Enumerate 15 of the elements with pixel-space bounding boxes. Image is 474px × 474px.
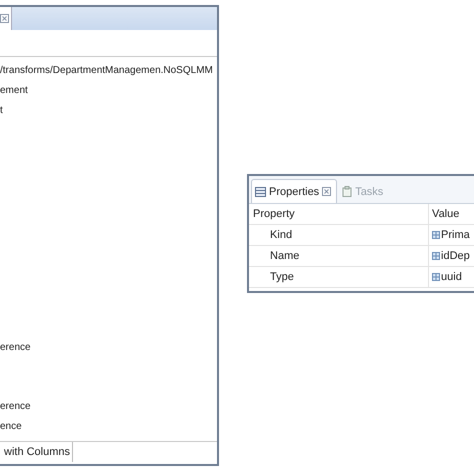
property-value: Prima bbox=[441, 229, 470, 241]
column-header[interactable]: Value bbox=[428, 204, 474, 224]
property-value: idDep bbox=[441, 250, 470, 262]
tree-item[interactable]: ence bbox=[0, 417, 218, 437]
property-name: Type bbox=[249, 266, 429, 288]
column-header[interactable]: Property bbox=[249, 204, 429, 224]
tree-item[interactable]: erence bbox=[0, 397, 218, 418]
tree-item[interactable]: /transforms/DepartmentManagemen.NoSQLMM bbox=[0, 61, 218, 81]
tree-item[interactable]: t bbox=[0, 100, 218, 120]
view-tab[interactable]: Properties bbox=[251, 179, 338, 203]
property-name: Kind bbox=[249, 224, 429, 246]
property-value: uuid bbox=[441, 271, 462, 283]
property-name: Name bbox=[249, 246, 429, 266]
tree-item[interactable]: ement bbox=[0, 80, 218, 101]
tree-item[interactable]: erence bbox=[0, 338, 218, 358]
